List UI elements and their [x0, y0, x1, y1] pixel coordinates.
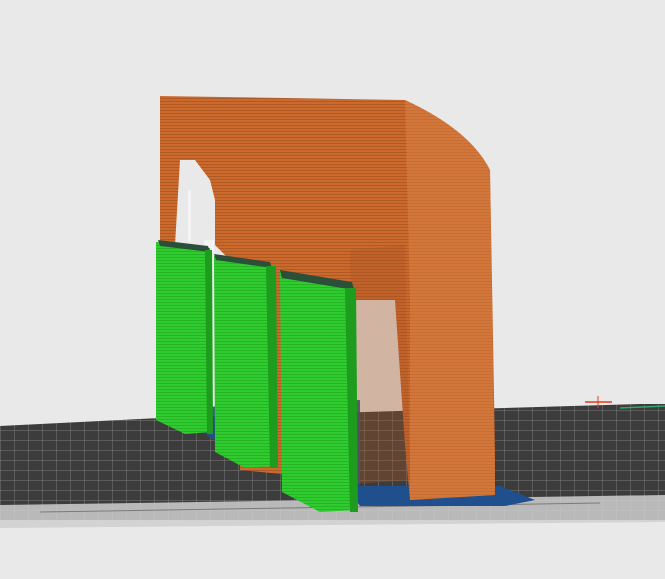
shell-inner-recess: [350, 245, 410, 484]
support-pillar-2: [214, 254, 278, 468]
3d-preview-viewport[interactable]: [0, 0, 665, 579]
print-preview-canvas[interactable]: [0, 0, 665, 579]
shell-right-face: [405, 100, 495, 500]
support-pillar-3: [280, 270, 358, 512]
shell-gap-1: [188, 190, 191, 242]
support-pillar-1: [156, 240, 213, 434]
